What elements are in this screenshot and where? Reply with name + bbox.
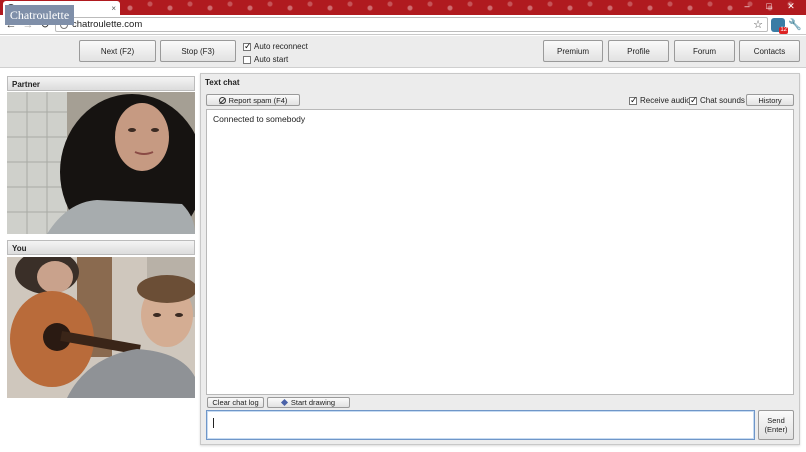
auto-reconnect-option[interactable]: Auto reconnect — [243, 41, 308, 52]
partner-panel-label: Partner — [7, 76, 195, 91]
you-video — [7, 257, 195, 398]
chat-message: Connected to somebody — [213, 114, 306, 124]
you-panel-label: You — [7, 240, 195, 255]
chat-sounds-checkbox[interactable] — [689, 95, 698, 106]
maximize-icon[interactable]: □ — [758, 0, 780, 14]
receive-audio-label: Receive audio — [640, 96, 691, 105]
stop-button[interactable]: Stop (F3) — [160, 40, 236, 62]
chat-sounds-label: Chat sounds — [700, 96, 745, 105]
site-logo[interactable]: Chatroulette — [5, 5, 74, 25]
report-spam-button[interactable]: Report spam (F4) — [206, 94, 300, 106]
forum-button[interactable]: Forum — [674, 40, 735, 62]
chat-log[interactable]: Connected to somebody — [206, 109, 794, 395]
address-bar[interactable]: chatroulette.com ☆ — [55, 17, 768, 32]
browser-tabbar: Chatroulette × – □ ✕ — [0, 0, 806, 15]
wrench-menu-icon[interactable]: 🔧 — [788, 18, 802, 32]
extension-badge: 12 — [779, 26, 788, 34]
send-shortcut-label: (Enter) — [764, 425, 788, 434]
start-drawing-button[interactable]: Start drawing — [267, 397, 350, 408]
report-spam-label: Report spam (F4) — [228, 95, 288, 105]
diamond-icon — [280, 398, 288, 407]
text-chat-title: Text chat — [205, 78, 240, 87]
partner-video — [7, 92, 195, 234]
minimize-icon[interactable]: – — [736, 0, 758, 14]
next-button[interactable]: Next (F2) — [79, 40, 156, 62]
clear-chat-log-button[interactable]: Clear chat log — [207, 397, 264, 408]
extension-icon[interactable]: 12 — [771, 17, 788, 34]
bookmark-star-icon[interactable]: ☆ — [753, 18, 763, 31]
auto-start-label: Auto start — [254, 55, 289, 64]
send-label: Send — [767, 416, 785, 425]
ban-icon — [218, 96, 226, 104]
text-caret — [213, 418, 214, 428]
auto-start-checkbox[interactable] — [243, 55, 251, 64]
profile-button[interactable]: Profile — [608, 40, 669, 62]
send-button[interactable]: Send (Enter) — [758, 410, 794, 440]
window-controls: – □ ✕ — [736, 0, 802, 14]
receive-audio-checkbox[interactable] — [629, 95, 638, 106]
partner-video-frame — [7, 92, 195, 234]
auto-start-option[interactable]: Auto start — [243, 55, 288, 64]
premium-button[interactable]: Premium — [543, 40, 603, 62]
history-button[interactable]: History — [746, 94, 794, 106]
you-video-frame — [7, 257, 195, 398]
url-text[interactable]: chatroulette.com — [72, 19, 749, 30]
browser-toolbar: ← → ↻ chatroulette.com ☆ 12 🔧 — [0, 15, 806, 35]
auto-reconnect-checkbox[interactable] — [243, 41, 252, 52]
chat-sounds-option[interactable]: Chat sounds — [689, 95, 745, 106]
chat-message-input[interactable] — [206, 410, 755, 440]
start-drawing-label: Start drawing — [290, 398, 336, 407]
close-window-icon[interactable]: ✕ — [780, 0, 802, 14]
receive-audio-option[interactable]: Receive audio — [629, 95, 691, 106]
auto-reconnect-label: Auto reconnect — [254, 42, 308, 51]
contacts-button[interactable]: Contacts — [739, 40, 800, 62]
tab-close-icon[interactable]: × — [111, 4, 116, 13]
